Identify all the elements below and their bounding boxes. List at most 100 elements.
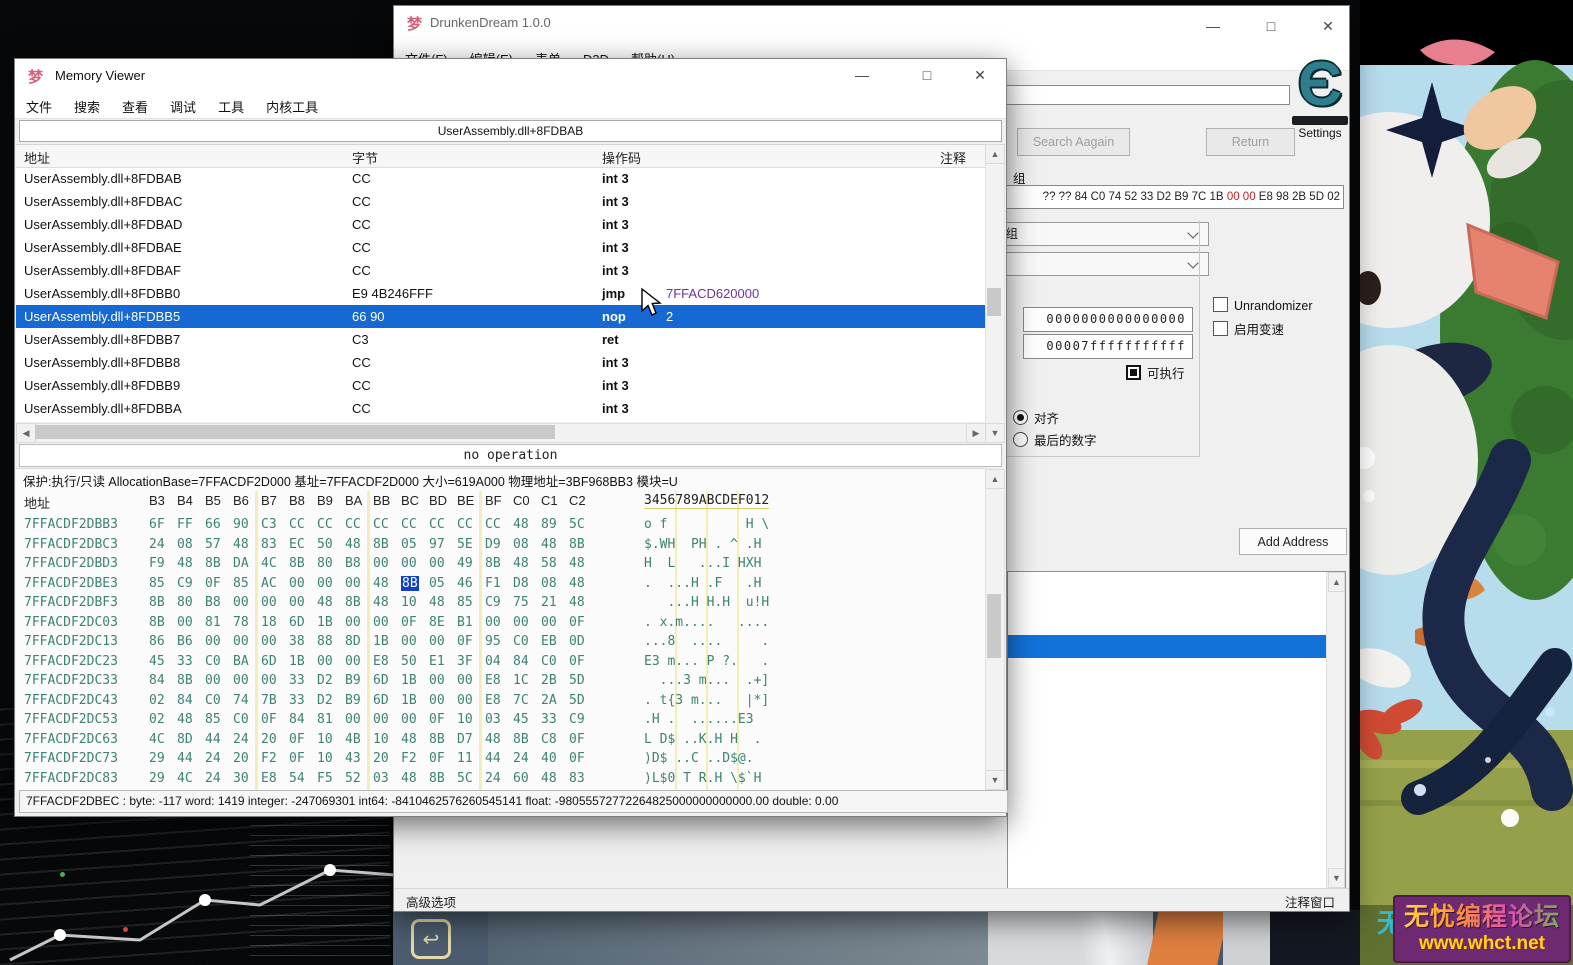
hex-byte[interactable]: F1: [485, 574, 513, 594]
hex-byte[interactable]: 03: [373, 769, 401, 789]
hex-byte[interactable]: 0F: [569, 749, 597, 769]
scroll-thumb[interactable]: [35, 425, 555, 439]
executable-checkbox[interactable]: 可执行: [1126, 363, 1185, 382]
hex-byte[interactable]: EB: [541, 632, 569, 652]
hex-row[interactable]: 7FFACDF2DC7329442420F20F104320F20F114424…: [16, 749, 985, 769]
scroll-right-arrow[interactable]: ▶: [966, 423, 986, 443]
hex-byte[interactable]: 24: [205, 769, 233, 789]
disasm-row[interactable]: UserAssembly.dll+8FDBAECCint 3: [16, 236, 985, 259]
hex-byte[interactable]: E8: [373, 652, 401, 672]
mv-menu-item-4[interactable]: 工具: [207, 92, 255, 118]
scroll-up-arrow[interactable]: ▲: [1328, 572, 1345, 592]
hex-row[interactable]: 7FFACDF2DC33848B00000033D2B96D1B0000E81C…: [16, 671, 985, 691]
hex-byte[interactable]: 6D: [373, 671, 401, 691]
hex-byte[interactable]: 6D: [289, 613, 317, 633]
disasm-vscrollbar[interactable]: [985, 144, 1005, 425]
hex-byte[interactable]: 0F: [569, 730, 597, 750]
hex-byte[interactable]: CC: [289, 515, 317, 535]
disasm-row[interactable]: UserAssembly.dll+8FDBB9CCint 3: [16, 374, 985, 397]
hex-byte[interactable]: D2: [317, 691, 345, 711]
hex-byte[interactable]: 48: [513, 554, 541, 574]
hex-byte[interactable]: 00: [429, 632, 457, 652]
hex-byte[interactable]: F9: [149, 554, 177, 574]
hex-byte[interactable]: B8: [205, 593, 233, 613]
hex-byte[interactable]: 00: [261, 671, 289, 691]
hex-byte[interactable]: 85: [233, 574, 261, 594]
hex-byte[interactable]: 8B: [149, 613, 177, 633]
hex-byte[interactable]: 20: [233, 749, 261, 769]
hex-byte[interactable]: 00: [261, 593, 289, 613]
hex-byte[interactable]: 4C: [149, 730, 177, 750]
hex-byte[interactable]: CC: [373, 515, 401, 535]
hex-byte[interactable]: C0: [541, 652, 569, 672]
hex-byte[interactable]: 00: [233, 632, 261, 652]
hex-byte[interactable]: 00: [513, 613, 541, 633]
hex-byte[interactable]: 5C: [569, 515, 597, 535]
scroll-down-arrow[interactable]: ▼: [1328, 868, 1345, 888]
hex-byte[interactable]: 08: [177, 535, 205, 555]
hex-byte[interactable]: 00: [317, 652, 345, 672]
hex-byte[interactable]: 5D: [569, 671, 597, 691]
hex-byte[interactable]: E8: [485, 671, 513, 691]
unrandomizer-checkbox[interactable]: Unrandomizer: [1213, 297, 1313, 313]
hex-byte[interactable]: 8B: [177, 671, 205, 691]
hex-byte[interactable]: 00: [429, 691, 457, 711]
hex-byte[interactable]: 48: [177, 710, 205, 730]
hex-byte[interactable]: 05: [429, 574, 457, 594]
hex-byte[interactable]: EC: [289, 535, 317, 555]
hex-byte[interactable]: 0F: [289, 749, 317, 769]
hex-byte[interactable]: 04: [485, 652, 513, 672]
hex-byte[interactable]: 00: [317, 574, 345, 594]
disasm-row[interactable]: UserAssembly.dll+8FDBAFCCint 3: [16, 259, 985, 282]
hex-byte[interactable]: 18: [261, 613, 289, 633]
disasm-row[interactable]: UserAssembly.dll+8FDBB0E9 4B246FFFjmp7FF…: [16, 282, 985, 305]
hex-byte[interactable]: C0: [205, 652, 233, 672]
hex-byte[interactable]: CC: [457, 515, 485, 535]
hex-byte[interactable]: 84: [513, 652, 541, 672]
hex-row[interactable]: 7FFACDF2DBF38B80B8000000488B48104885C975…: [16, 593, 985, 613]
hex-byte[interactable]: 8B: [513, 730, 541, 750]
hex-byte[interactable]: 6D: [373, 691, 401, 711]
hex-byte[interactable]: 8B: [205, 554, 233, 574]
hex-byte[interactable]: 45: [149, 652, 177, 672]
hex-byte[interactable]: 57: [205, 535, 233, 555]
hex-byte[interactable]: 00: [233, 671, 261, 691]
hex-byte[interactable]: 08: [513, 535, 541, 555]
hex-byte[interactable]: 00: [373, 554, 401, 574]
hex-row[interactable]: 7FFACDF2DC038B008178186D1B00000F8EB10000…: [16, 613, 985, 633]
hex-byte[interactable]: 1C: [513, 671, 541, 691]
hex-byte[interactable]: 33: [541, 710, 569, 730]
hex-byte[interactable]: 0D: [569, 632, 597, 652]
last-digits-radio[interactable]: 最后的数字: [1013, 430, 1097, 449]
hex-byte[interactable]: 00: [429, 554, 457, 574]
hex-byte[interactable]: 33: [289, 691, 317, 711]
dd-list-scrollbar[interactable]: [1326, 572, 1345, 890]
hex-byte[interactable]: 00: [345, 574, 373, 594]
hex-byte[interactable]: 24: [233, 730, 261, 750]
hex-byte[interactable]: 02: [149, 691, 177, 711]
hex-byte[interactable]: 08: [541, 574, 569, 594]
hex-byte[interactable]: 50: [317, 535, 345, 555]
hex-byte[interactable]: 2A: [541, 691, 569, 711]
hex-byte[interactable]: 49: [457, 554, 485, 574]
hex-row[interactable]: 7FFACDF2DC430284C0747B33D2B96D1B0000E87C…: [16, 691, 985, 711]
add-address-button[interactable]: Add Address: [1239, 528, 1347, 555]
hex-byte[interactable]: 0F: [261, 710, 289, 730]
disasm-row[interactable]: UserAssembly.dll+8FDBABCCint 3: [16, 167, 985, 190]
hex-byte[interactable]: 48: [233, 535, 261, 555]
dd-selected-row[interactable]: [1008, 635, 1326, 658]
hex-byte[interactable]: 6D: [261, 652, 289, 672]
hex-byte[interactable]: 00: [345, 613, 373, 633]
hex-byte[interactable]: 48: [569, 593, 597, 613]
hex-byte[interactable]: 48: [485, 730, 513, 750]
hex-byte[interactable]: 44: [485, 749, 513, 769]
hex-byte[interactable]: 54: [289, 769, 317, 789]
dd-result-list[interactable]: ▲ ▼: [1007, 571, 1346, 889]
hex-row[interactable]: 7FFACDF2DBD3F9488BDA4C8B80B8000000498B48…: [16, 554, 985, 574]
hex-byte[interactable]: 4C: [261, 554, 289, 574]
scroll-down-arrow[interactable]: ▼: [985, 423, 1005, 443]
hex-byte[interactable]: 03: [485, 710, 513, 730]
hex-byte[interactable]: 48: [401, 730, 429, 750]
hex-byte[interactable]: 74: [233, 691, 261, 711]
hex-byte[interactable]: 84: [149, 671, 177, 691]
